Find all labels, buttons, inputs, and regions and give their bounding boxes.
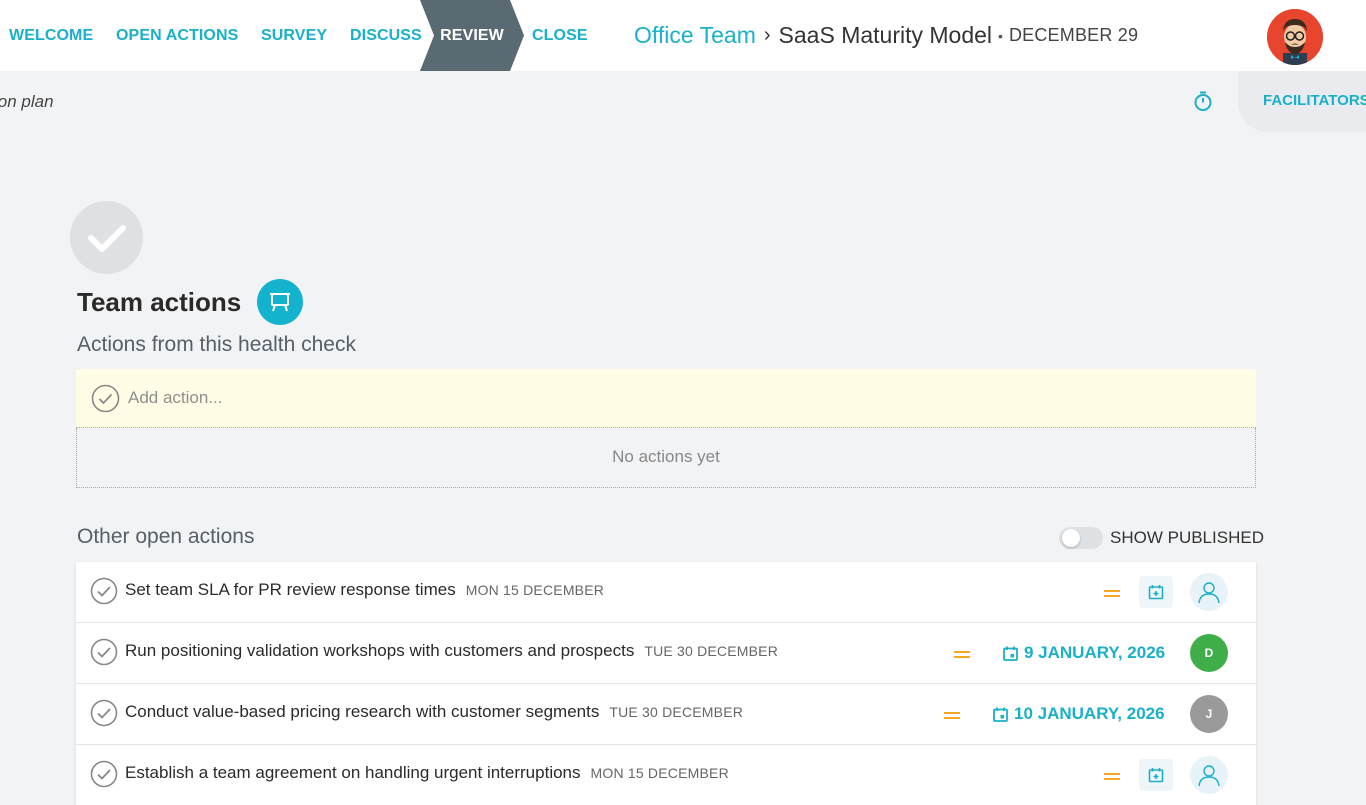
action-created-date: MON 15 DECEMBER — [465, 582, 605, 598]
priority-medium-icon[interactable] — [954, 651, 970, 658]
assign-user-button[interactable] — [1190, 756, 1228, 794]
assignee-avatar[interactable]: J — [1190, 695, 1228, 733]
breadcrumb-date: DECEMBER 29 — [1008, 25, 1139, 45]
user-icon — [1198, 582, 1220, 604]
no-actions-message: No actions yet — [76, 428, 1256, 488]
action-text: Set team SLA for PR review response time… — [125, 580, 456, 599]
top-bar: WELCOME OPEN ACTIONS SURVEY DISCUSS REVI… — [0, 0, 1366, 71]
other-actions-title: Other open actions — [77, 525, 255, 548]
team-actions-title: Team actions — [77, 287, 242, 317]
check-circle-icon — [91, 384, 120, 413]
page-subtitle: ion plan — [0, 92, 54, 111]
due-date-text: 9 JANUARY, 2026 — [1024, 643, 1166, 662]
calendar-add-icon — [1148, 768, 1164, 783]
list-item: Run positioning validation workshops wit… — [76, 623, 1256, 684]
add-action-row — [76, 369, 1256, 428]
breadcrumb: Office Team › SaaS Maturity Model • DECE… — [634, 0, 1138, 71]
check-circle-icon[interactable] — [90, 577, 118, 605]
due-date-text: 10 JANUARY, 2026 — [1014, 704, 1165, 723]
calendar-icon — [1003, 646, 1018, 661]
set-due-date-button[interactable] — [1139, 759, 1173, 791]
calendar-icon — [993, 707, 1008, 722]
action-title[interactable]: Run positioning validation workshops wit… — [125, 641, 778, 661]
action-text: Run positioning validation workshops wit… — [125, 641, 635, 660]
user-avatar[interactable] — [1267, 9, 1323, 65]
show-published-toggle[interactable] — [1059, 527, 1103, 549]
action-text: Establish a team agreement on handling u… — [125, 763, 581, 782]
user-icon — [1198, 765, 1220, 787]
team-actions-subtitle: Actions from this health check — [77, 333, 356, 356]
action-created-date: MON 15 DECEMBER — [590, 765, 729, 781]
chevron-right-icon: › — [763, 24, 771, 46]
show-published-label: SHOW PUBLISHED — [1110, 528, 1264, 547]
other-actions-list: Set team SLA for PR review response time… — [76, 562, 1256, 805]
presentation-icon — [270, 293, 290, 312]
set-due-date-button[interactable] — [1139, 576, 1173, 608]
check-circle-icon[interactable] — [90, 638, 118, 666]
list-item: Set team SLA for PR review response time… — [76, 562, 1256, 623]
add-action-input[interactable] — [128, 383, 1228, 413]
check-circle-icon[interactable] — [90, 699, 118, 727]
calendar-add-icon — [1148, 585, 1164, 600]
step-survey[interactable]: SURVEY — [261, 0, 327, 71]
action-title[interactable]: Set team SLA for PR review response time… — [125, 580, 604, 600]
facilitators-tab[interactable]: FACILITATORS — [1238, 71, 1366, 132]
action-title[interactable]: Conduct value-based pricing research wit… — [125, 702, 743, 722]
list-item: Establish a team agreement on handling u… — [76, 745, 1256, 805]
step-welcome[interactable]: WELCOME — [9, 0, 93, 71]
priority-medium-icon[interactable] — [1104, 590, 1120, 597]
present-button[interactable] — [257, 279, 303, 325]
step-open-actions[interactable]: OPEN ACTIONS — [116, 0, 238, 71]
hipster-avatar-icon — [1267, 9, 1323, 65]
check-circle-icon[interactable] — [90, 760, 118, 788]
step-review-active[interactable]: REVIEW — [420, 0, 524, 71]
due-date-button[interactable]: 9 JANUARY, 2026 — [1003, 643, 1165, 663]
assignee-avatar[interactable]: D — [1190, 634, 1228, 672]
action-created-date: TUE 30 DECEMBER — [644, 643, 779, 659]
assign-user-button[interactable] — [1190, 573, 1228, 611]
toggle-knob — [1062, 529, 1080, 547]
completed-check-icon — [70, 201, 143, 274]
breadcrumb-dot: • — [998, 27, 1003, 44]
action-text: Conduct value-based pricing research wit… — [125, 702, 600, 721]
due-date-button[interactable]: 10 JANUARY, 2026 — [993, 704, 1165, 724]
step-review-label: REVIEW — [440, 26, 504, 44]
priority-medium-icon[interactable] — [944, 712, 960, 719]
priority-medium-icon[interactable] — [1104, 773, 1120, 780]
breadcrumb-model: SaaS Maturity Model — [778, 22, 993, 48]
step-close[interactable]: CLOSE — [532, 0, 588, 71]
list-item: Conduct value-based pricing research wit… — [76, 684, 1256, 745]
action-title[interactable]: Establish a team agreement on handling u… — [125, 763, 729, 783]
facilitators-label: FACILITATORS — [1263, 92, 1366, 109]
step-discuss[interactable]: DISCUSS — [350, 0, 422, 71]
action-created-date: TUE 30 DECEMBER — [609, 704, 744, 720]
timer-icon[interactable] — [1192, 90, 1214, 112]
breadcrumb-team-link[interactable]: Office Team — [634, 22, 756, 49]
